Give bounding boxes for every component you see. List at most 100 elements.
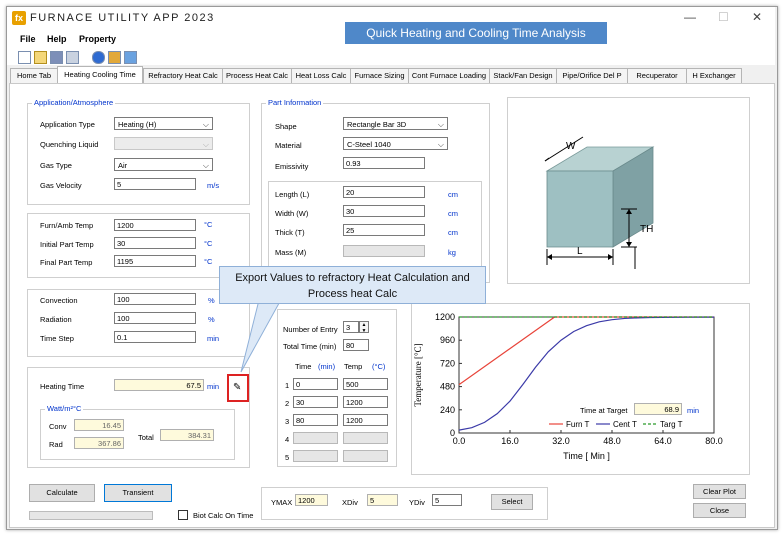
print-icon[interactable]: [66, 51, 79, 64]
entry-time-input[interactable]: 80: [293, 414, 338, 426]
calculator-icon[interactable]: [124, 51, 137, 64]
x-tick-label: 32.0: [552, 436, 570, 446]
time-step-label: Time Step: [40, 334, 74, 343]
gas-velocity-unit: m/s: [207, 181, 220, 190]
chevron-down-icon: ⌵: [437, 120, 444, 129]
length-input[interactable]: 20: [343, 186, 425, 198]
mass-unit: kg: [448, 248, 456, 257]
y-tick-label: 240: [440, 405, 455, 415]
new-file-icon[interactable]: [18, 51, 31, 64]
legend-entry: Furn T: [566, 420, 590, 429]
rad-output: 367.86: [74, 437, 124, 449]
application-type-select[interactable]: Heating (H) ⌵: [114, 117, 213, 130]
callout-pointer: [240, 296, 284, 373]
menu-file[interactable]: File: [20, 34, 36, 44]
diagram-label-l: L: [577, 246, 583, 257]
mass-input: [343, 245, 425, 257]
total-time-input[interactable]: 80: [343, 339, 369, 351]
xdiv-input[interactable]: 5: [367, 494, 398, 506]
application-type-label: Application Type: [40, 120, 95, 129]
emissivity-input[interactable]: 0.93: [343, 157, 425, 169]
temperature-time-chart: 0.0 16.0 32.0 48.0 64.0 80.002404807209601200…: [413, 312, 723, 461]
maximize-button[interactable]: ☐: [718, 10, 729, 24]
menu-property[interactable]: Property: [79, 34, 116, 44]
ydiv-input[interactable]: 5: [432, 494, 462, 506]
progress-bar: [29, 511, 153, 520]
entry-index: 4: [285, 435, 290, 444]
ymax-input[interactable]: 1200: [295, 494, 328, 506]
radiation-input[interactable]: 100: [114, 312, 196, 324]
atmosphere-group-label: Application/Atmosphere: [32, 98, 116, 107]
entry-temp-input[interactable]: 1200: [343, 396, 388, 408]
menu-help[interactable]: Help: [47, 34, 67, 44]
tab-heat-loss-calc[interactable]: Heat Loss Calc: [291, 68, 351, 83]
length-label: Length (L): [275, 190, 310, 199]
shape-label: Shape: [275, 122, 297, 131]
chevron-down-icon: ⌵: [202, 140, 209, 149]
furn-amb-temp-unit: °C: [204, 220, 213, 229]
part-information-label: Part Information: [266, 98, 324, 107]
thick-label: Thick (T): [275, 228, 305, 237]
tab-home[interactable]: Home Tab: [10, 68, 58, 83]
entry-temp-input[interactable]: 1200: [343, 414, 388, 426]
help-icon[interactable]: [92, 51, 105, 64]
open-folder-icon[interactable]: [34, 51, 47, 64]
furn-amb-temp-input[interactable]: 1200: [114, 219, 196, 231]
radiation-label: Radiation: [40, 315, 72, 324]
thick-input[interactable]: 25: [343, 224, 425, 236]
gas-velocity-label: Gas Velocity: [40, 181, 82, 190]
initial-part-temp-input[interactable]: 30: [114, 237, 196, 249]
tab-recuperator[interactable]: Recuperator: [627, 68, 687, 83]
gas-type-select[interactable]: Air ⌵: [114, 158, 213, 171]
furn-amb-temp-label: Furn/Amb Temp: [40, 221, 94, 230]
total-label: Total: [138, 433, 154, 442]
transient-button[interactable]: Transient: [104, 484, 172, 502]
shape-select[interactable]: Rectangle Bar 3D ⌵: [343, 117, 448, 130]
width-input[interactable]: 30: [343, 205, 425, 217]
convection-input[interactable]: 100: [114, 293, 196, 305]
length-unit: cm: [448, 190, 458, 199]
tab-process-heat-calc[interactable]: Process Heat Calc: [222, 68, 292, 83]
save-icon[interactable]: [50, 51, 63, 64]
briefcase-icon[interactable]: [108, 51, 121, 64]
clear-plot-button[interactable]: Clear Plot: [693, 484, 746, 499]
entry-stepper[interactable]: ▲ ▼: [359, 321, 369, 334]
select-button[interactable]: Select: [491, 494, 533, 510]
biot-calc-checkbox[interactable]: [178, 510, 188, 520]
y-tick-label: 1200: [435, 312, 455, 322]
quenching-liquid-label: Quenching Liquid: [40, 140, 99, 149]
number-of-entry-input[interactable]: 3: [343, 321, 359, 333]
entry-temp-input: [343, 450, 388, 462]
entry-time-input[interactable]: 0: [293, 378, 338, 390]
time-step-input[interactable]: 0.1: [114, 331, 196, 343]
entry-temp-input[interactable]: 500: [343, 378, 388, 390]
width-unit: cm: [448, 209, 458, 218]
tab-pipe-orifice-del-p[interactable]: Pipe/Orifice Del P: [556, 68, 628, 83]
entry-time-input[interactable]: 30: [293, 396, 338, 408]
tab-cont-furnace-loading[interactable]: Cont Furnace Loading: [408, 68, 490, 83]
diagram-label-w: W: [566, 141, 576, 152]
thick-unit: cm: [448, 228, 458, 237]
tab-refractory-heat-calc[interactable]: Refractory Heat Calc: [143, 68, 223, 83]
gas-velocity-input[interactable]: 5: [114, 178, 196, 190]
rectangle-bar-diagram: [544, 136, 655, 269]
material-label: Material: [275, 141, 302, 150]
material-select[interactable]: C-Steel 1040 ⌵: [343, 137, 448, 150]
tab-h-exchanger[interactable]: H Exchanger: [686, 68, 742, 83]
close-button[interactable]: Close: [693, 503, 746, 518]
toolbar: [7, 48, 775, 65]
final-part-temp-input[interactable]: 1195: [114, 255, 196, 267]
minimize-button[interactable]: —: [684, 10, 696, 24]
close-window-button[interactable]: ✕: [752, 10, 762, 24]
tab-heating-cooling-time[interactable]: Heating Cooling Time: [57, 66, 143, 84]
calculate-button[interactable]: Calculate: [29, 484, 95, 502]
tab-stack-fan-design[interactable]: Stack/Fan Design: [489, 68, 557, 83]
heating-time-label: Heating Time: [40, 382, 85, 391]
y-tick-label: 720: [440, 358, 455, 368]
entry-index: 5: [285, 453, 290, 462]
ymax-label: YMAX: [271, 498, 293, 507]
tab-furnace-sizing[interactable]: Furnace Sizing: [350, 68, 409, 83]
quenching-liquid-select[interactable]: ⌵: [114, 137, 213, 150]
initial-part-temp-label: Initial Part Temp: [40, 240, 94, 249]
time-unit-header: (min): [318, 362, 336, 371]
